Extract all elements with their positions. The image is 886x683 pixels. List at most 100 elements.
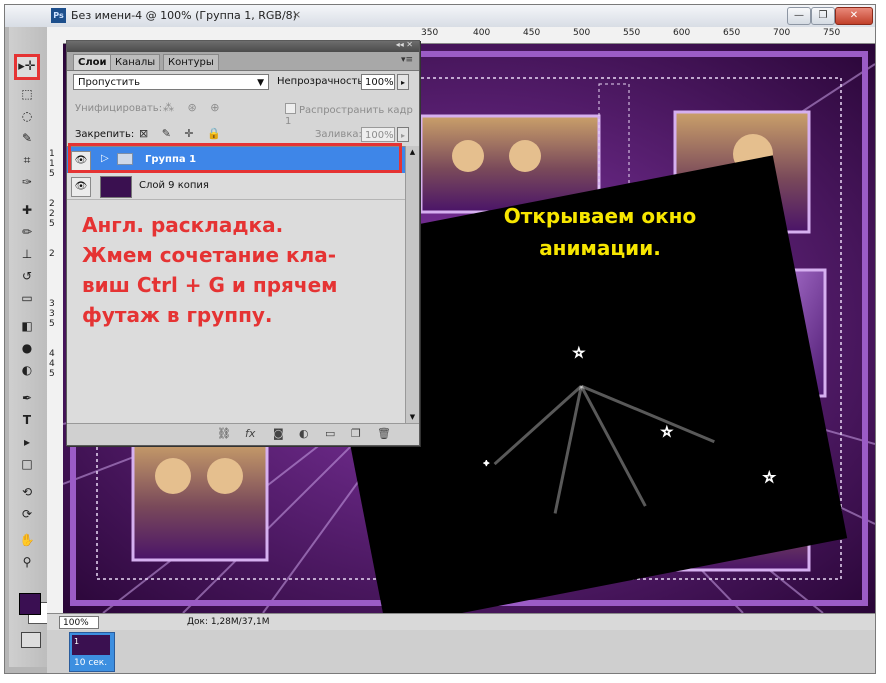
- zoom-tool-icon[interactable]: ⚲: [15, 553, 39, 572]
- path-select-tool-icon[interactable]: ▸: [15, 433, 39, 452]
- marquee-tool-icon[interactable]: ⬚: [15, 85, 39, 104]
- propagate-frame-checkbox[interactable]: Распространить кадр 1: [285, 103, 419, 127]
- frame-delay-select[interactable]: 10 сек.: [74, 658, 107, 668]
- pen-tool-icon[interactable]: ✒: [15, 389, 39, 408]
- layer-name[interactable]: Слой 9 копия: [139, 180, 209, 191]
- ruler-label: 5: [49, 319, 55, 329]
- blur-tool-icon[interactable]: ●: [15, 339, 39, 358]
- crop-tool-icon[interactable]: ⌗: [15, 151, 39, 170]
- maximize-button[interactable]: ❐: [811, 7, 835, 25]
- lock-label: Закрепить:: [75, 129, 135, 140]
- layer-style-icon[interactable]: fx: [245, 427, 255, 440]
- healing-tool-icon[interactable]: ✚: [15, 201, 39, 220]
- ruler-label: 550: [623, 28, 641, 38]
- new-layer-icon[interactable]: ❐: [351, 427, 361, 440]
- frame-number: 1: [74, 637, 80, 646]
- ruler-label: 500: [573, 28, 591, 38]
- foreground-color-swatch[interactable]: [19, 593, 41, 615]
- quick-select-tool-icon[interactable]: ✎: [15, 129, 39, 148]
- tab-channels[interactable]: Каналы: [110, 54, 161, 70]
- link-layers-icon[interactable]: ⛓: [217, 427, 231, 440]
- opacity-slider-arrow-icon[interactable]: ▸: [397, 74, 409, 90]
- svg-text:☆: ☆: [573, 346, 585, 361]
- stamp-tool-icon[interactable]: ⊥: [15, 245, 39, 264]
- propagate-frame-label: Распространить кадр 1: [285, 105, 413, 127]
- eyedropper-tool-icon[interactable]: ✑: [15, 173, 39, 192]
- ruler-label: 1: [49, 149, 55, 159]
- tools-panel: ▸✛ ⬚ ◌ ✎ ⌗ ✑ ✚ ✏ ⊥ ↺ ▭ ◧ ● ◐ ✒ T ▸ □ ⟲ ⟳…: [9, 27, 50, 667]
- move-tool-icon[interactable]: ▸✛: [14, 54, 40, 80]
- ruler-label: 450: [523, 28, 541, 38]
- zoom-level-field[interactable]: 100%: [59, 616, 99, 629]
- layer-mask-icon[interactable]: ◙: [273, 427, 284, 440]
- instruction-annotation-yellow: Открываем окно анимации.: [470, 200, 730, 264]
- hand-tool-icon[interactable]: ✋: [15, 531, 39, 550]
- collapse-panel-icon[interactable]: ◂◂ ✕: [396, 40, 413, 49]
- ruler-label: 400: [473, 28, 491, 38]
- svg-text:✦: ✦: [483, 459, 490, 468]
- ruler-label: 1: [49, 159, 55, 169]
- ruler-label: 750: [823, 28, 841, 38]
- scroll-up-icon[interactable]: ▲: [406, 146, 419, 158]
- ruler-label: 4: [49, 359, 55, 369]
- ruler-label: 600: [673, 28, 691, 38]
- title-bar: Ps Без имени-4 @ 100% (Группа 1, RGB/8) …: [5, 5, 875, 27]
- history-brush-tool-icon[interactable]: ↺: [15, 267, 39, 286]
- blend-mode-value: Пропустить: [78, 77, 140, 88]
- 3d-orbit-tool-icon[interactable]: ⟳: [15, 505, 39, 524]
- lock-options-icons[interactable]: ⊠ ✎ ✛ 🔒: [139, 127, 226, 140]
- fill-label: Заливка:: [315, 129, 362, 140]
- layer-row-sloy-9-kopiya[interactable]: 👁 Слой 9 копия: [67, 173, 405, 200]
- vertical-ruler: 1 1 5 2 2 5 2 3 3 5 4 4 5: [47, 43, 64, 613]
- ruler-label: 3: [49, 309, 55, 319]
- svg-text:☆: ☆: [661, 425, 673, 440]
- frame-thumbnail: 1: [72, 635, 110, 655]
- 3d-rotate-tool-icon[interactable]: ⟲: [15, 483, 39, 502]
- tab-layers[interactable]: Слои: [73, 54, 112, 70]
- minimize-button[interactable]: —: [787, 7, 811, 25]
- group-layer-highlight: [68, 143, 402, 173]
- new-group-icon[interactable]: ▭: [325, 427, 335, 440]
- ruler-label: 2: [49, 209, 55, 219]
- close-button[interactable]: ✕: [835, 7, 873, 25]
- shape-tool-icon[interactable]: □: [15, 455, 39, 474]
- adjustment-layer-icon[interactable]: ◐: [299, 427, 309, 440]
- annotation-line: виш Ctrl + G и прячем: [82, 273, 338, 297]
- type-tool-icon[interactable]: T: [15, 411, 39, 430]
- annotation-line: Жмем сочетание кла-: [82, 243, 337, 267]
- document-close-icon[interactable]: ×: [292, 8, 301, 21]
- scroll-down-icon[interactable]: ▼: [406, 411, 419, 423]
- panel-menu-icon[interactable]: ▾≡: [401, 55, 413, 65]
- layers-scrollbar[interactable]: ▲ ▼: [405, 146, 419, 423]
- fill-input[interactable]: 100%: [361, 127, 395, 142]
- opacity-input[interactable]: 100%: [361, 74, 395, 90]
- checkbox-icon: [285, 103, 296, 114]
- document-size-info[interactable]: Док: 1,28M/37,1M: [187, 617, 270, 627]
- animation-frame-1[interactable]: 1 10 сек.: [69, 632, 115, 672]
- animation-panel: 1 10 сек.: [47, 630, 875, 673]
- quick-mask-icon[interactable]: [21, 632, 41, 648]
- layers-panel-footer: ⛓ fx ◙ ◐ ▭ ❐ 🗑: [67, 423, 419, 445]
- trash-icon[interactable]: 🗑: [377, 427, 391, 440]
- brush-tool-icon[interactable]: ✏: [15, 223, 39, 242]
- ruler-label: 700: [773, 28, 791, 38]
- ruler-label: 4: [49, 349, 55, 359]
- unify-options-icons[interactable]: ⁂ ⊛ ⊕: [163, 101, 224, 114]
- gradient-tool-icon[interactable]: ◧: [15, 317, 39, 336]
- ruler-label: 5: [49, 369, 55, 379]
- dodge-tool-icon[interactable]: ◐: [15, 361, 39, 380]
- lasso-tool-icon[interactable]: ◌: [15, 107, 39, 126]
- tab-paths[interactable]: Контуры: [163, 54, 219, 70]
- opacity-label: Непрозрачность:: [277, 76, 367, 87]
- blend-mode-select[interactable]: Пропустить ▼: [73, 74, 269, 90]
- photoshop-app-icon: Ps: [51, 8, 66, 23]
- instruction-annotation-red: Англ. раскладка. Жмем сочетание кла- виш…: [82, 210, 407, 330]
- panel-header-bar[interactable]: ◂◂ ✕: [67, 40, 419, 52]
- annotation-line: Англ. раскладка.: [82, 213, 284, 237]
- fill-slider-arrow-icon[interactable]: ▸: [397, 127, 409, 142]
- eraser-tool-icon[interactable]: ▭: [15, 289, 39, 308]
- eye-icon[interactable]: 👁: [71, 177, 91, 197]
- annotation-line: анимации.: [539, 236, 661, 260]
- ruler-label: 2: [49, 199, 55, 209]
- annotation-line: футаж в группу.: [82, 303, 273, 327]
